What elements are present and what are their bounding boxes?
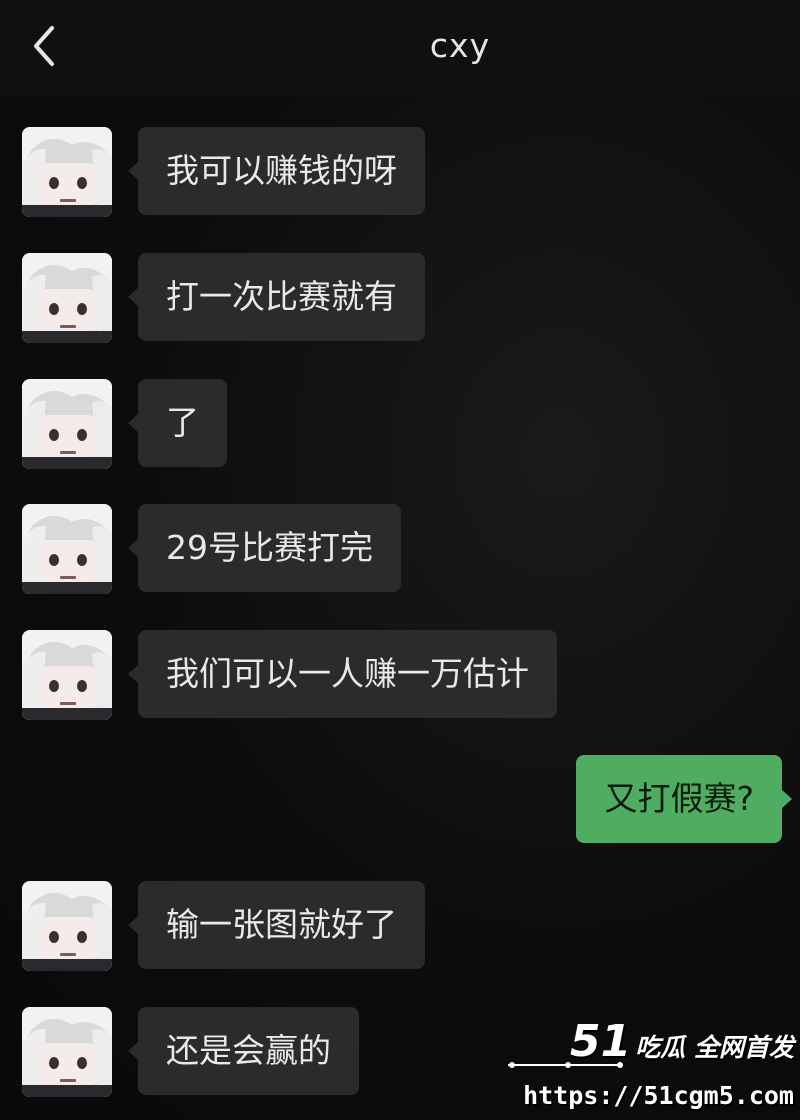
watermark-text: 吃瓜 全网首发 (635, 1033, 794, 1062)
message-list[interactable]: 我可以赚钱的呀 打一次比赛就有 了 29号比赛打完 我们可以一人赚一万估计 又打… (0, 96, 800, 1120)
contact-avatar[interactable] (22, 881, 112, 971)
contact-avatar[interactable] (22, 253, 112, 343)
contact-avatar[interactable] (22, 630, 112, 720)
chat-header: cxy (0, 0, 800, 96)
message-bubble[interactable]: 我们可以一人赚一万估计 (128, 630, 557, 718)
message-bubble[interactable]: 还是会赢的 (128, 1007, 359, 1095)
chat-title: cxy (429, 26, 491, 65)
message-bubble-outgoing[interactable]: 又打假赛? (576, 755, 792, 843)
contact-avatar[interactable] (22, 127, 112, 217)
message-bubble[interactable]: 29号比赛打完 (128, 504, 401, 592)
contact-avatar[interactable] (22, 379, 112, 469)
watermark: 51 吃瓜 全网首发 https://51cgm5.com (500, 1008, 800, 1120)
watermark-url: https://51cgm5.com (523, 1081, 794, 1110)
message-bubble[interactable]: 打一次比赛就有 (128, 253, 425, 341)
message-bubble[interactable]: 输一张图就好了 (128, 881, 425, 969)
message-bubble[interactable]: 我可以赚钱的呀 (128, 127, 425, 215)
message-bubble[interactable]: 了 (128, 379, 227, 467)
contact-avatar[interactable] (22, 1007, 112, 1097)
contact-avatar[interactable] (22, 504, 112, 594)
circuit-line-icon (508, 1062, 623, 1068)
